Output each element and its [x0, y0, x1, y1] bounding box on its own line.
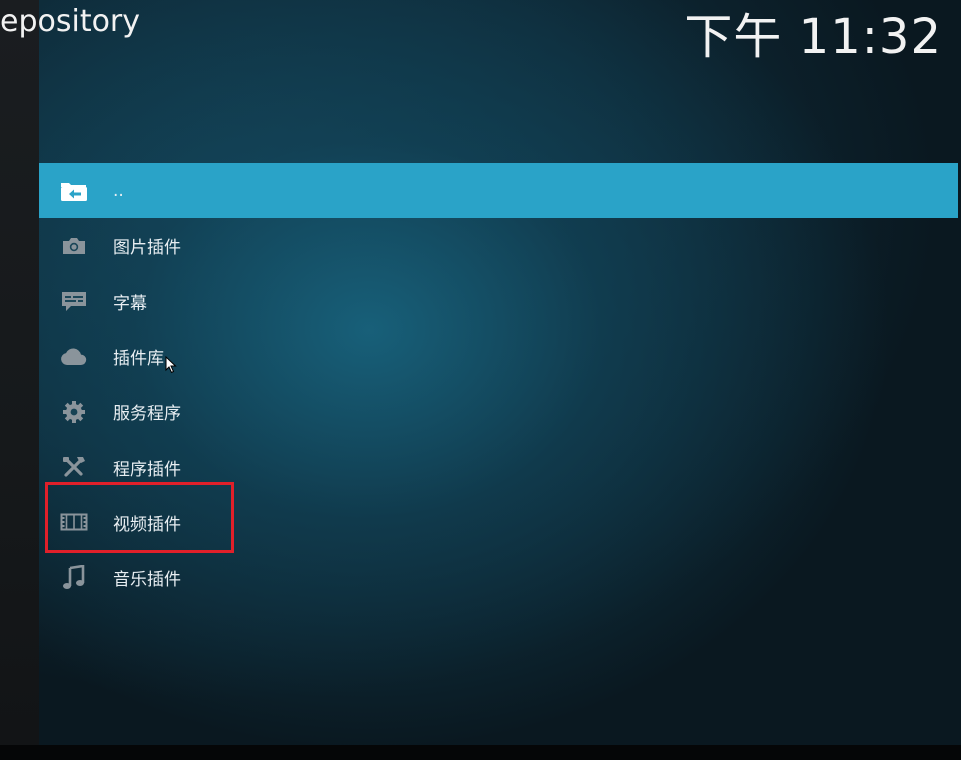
list-item-video-addons[interactable]: 视频插件 — [39, 495, 958, 550]
window-title: epository — [0, 4, 141, 39]
list-item-label: 音乐插件 — [113, 570, 181, 591]
folder-back-icon — [60, 179, 88, 203]
left-edge-panel — [0, 0, 39, 745]
kodi-addon-browser: epository 下午 11:32 .. 图片插件 字幕 插件库 服务程序 程… — [0, 0, 961, 760]
list-item-label: 图片插件 — [113, 238, 181, 259]
subtitles-icon — [60, 289, 88, 313]
gear-icon — [60, 400, 88, 424]
film-icon — [60, 510, 88, 534]
list-item-label: 服务程序 — [113, 404, 181, 425]
list-item-music-addons[interactable]: 音乐插件 — [39, 550, 958, 605]
list-item-label: 视频插件 — [113, 514, 181, 535]
list-item-services[interactable]: 服务程序 — [39, 384, 958, 439]
list-item-program-addons[interactable]: 程序插件 — [39, 439, 958, 494]
list-item-parent-folder[interactable]: .. — [39, 163, 958, 219]
list-item-label: 程序插件 — [113, 459, 181, 480]
list-item-label: .. — [113, 180, 124, 201]
bottom-bar — [0, 745, 961, 760]
addon-category-list: .. 图片插件 字幕 插件库 服务程序 程序插件 视频插件 音乐插件 — [39, 163, 958, 605]
music-note-icon — [60, 564, 88, 590]
list-item-subtitles[interactable]: 字幕 — [39, 274, 958, 329]
camera-icon — [60, 234, 88, 258]
tools-icon — [60, 455, 88, 479]
list-item-picture-addons[interactable]: 图片插件 — [39, 218, 958, 273]
list-item-label: 字幕 — [113, 293, 147, 314]
cloud-icon — [60, 345, 88, 369]
clock: 下午 11:32 — [684, 9, 942, 65]
mouse-pointer-icon — [165, 356, 177, 374]
list-item-label: 插件库 — [113, 349, 164, 370]
